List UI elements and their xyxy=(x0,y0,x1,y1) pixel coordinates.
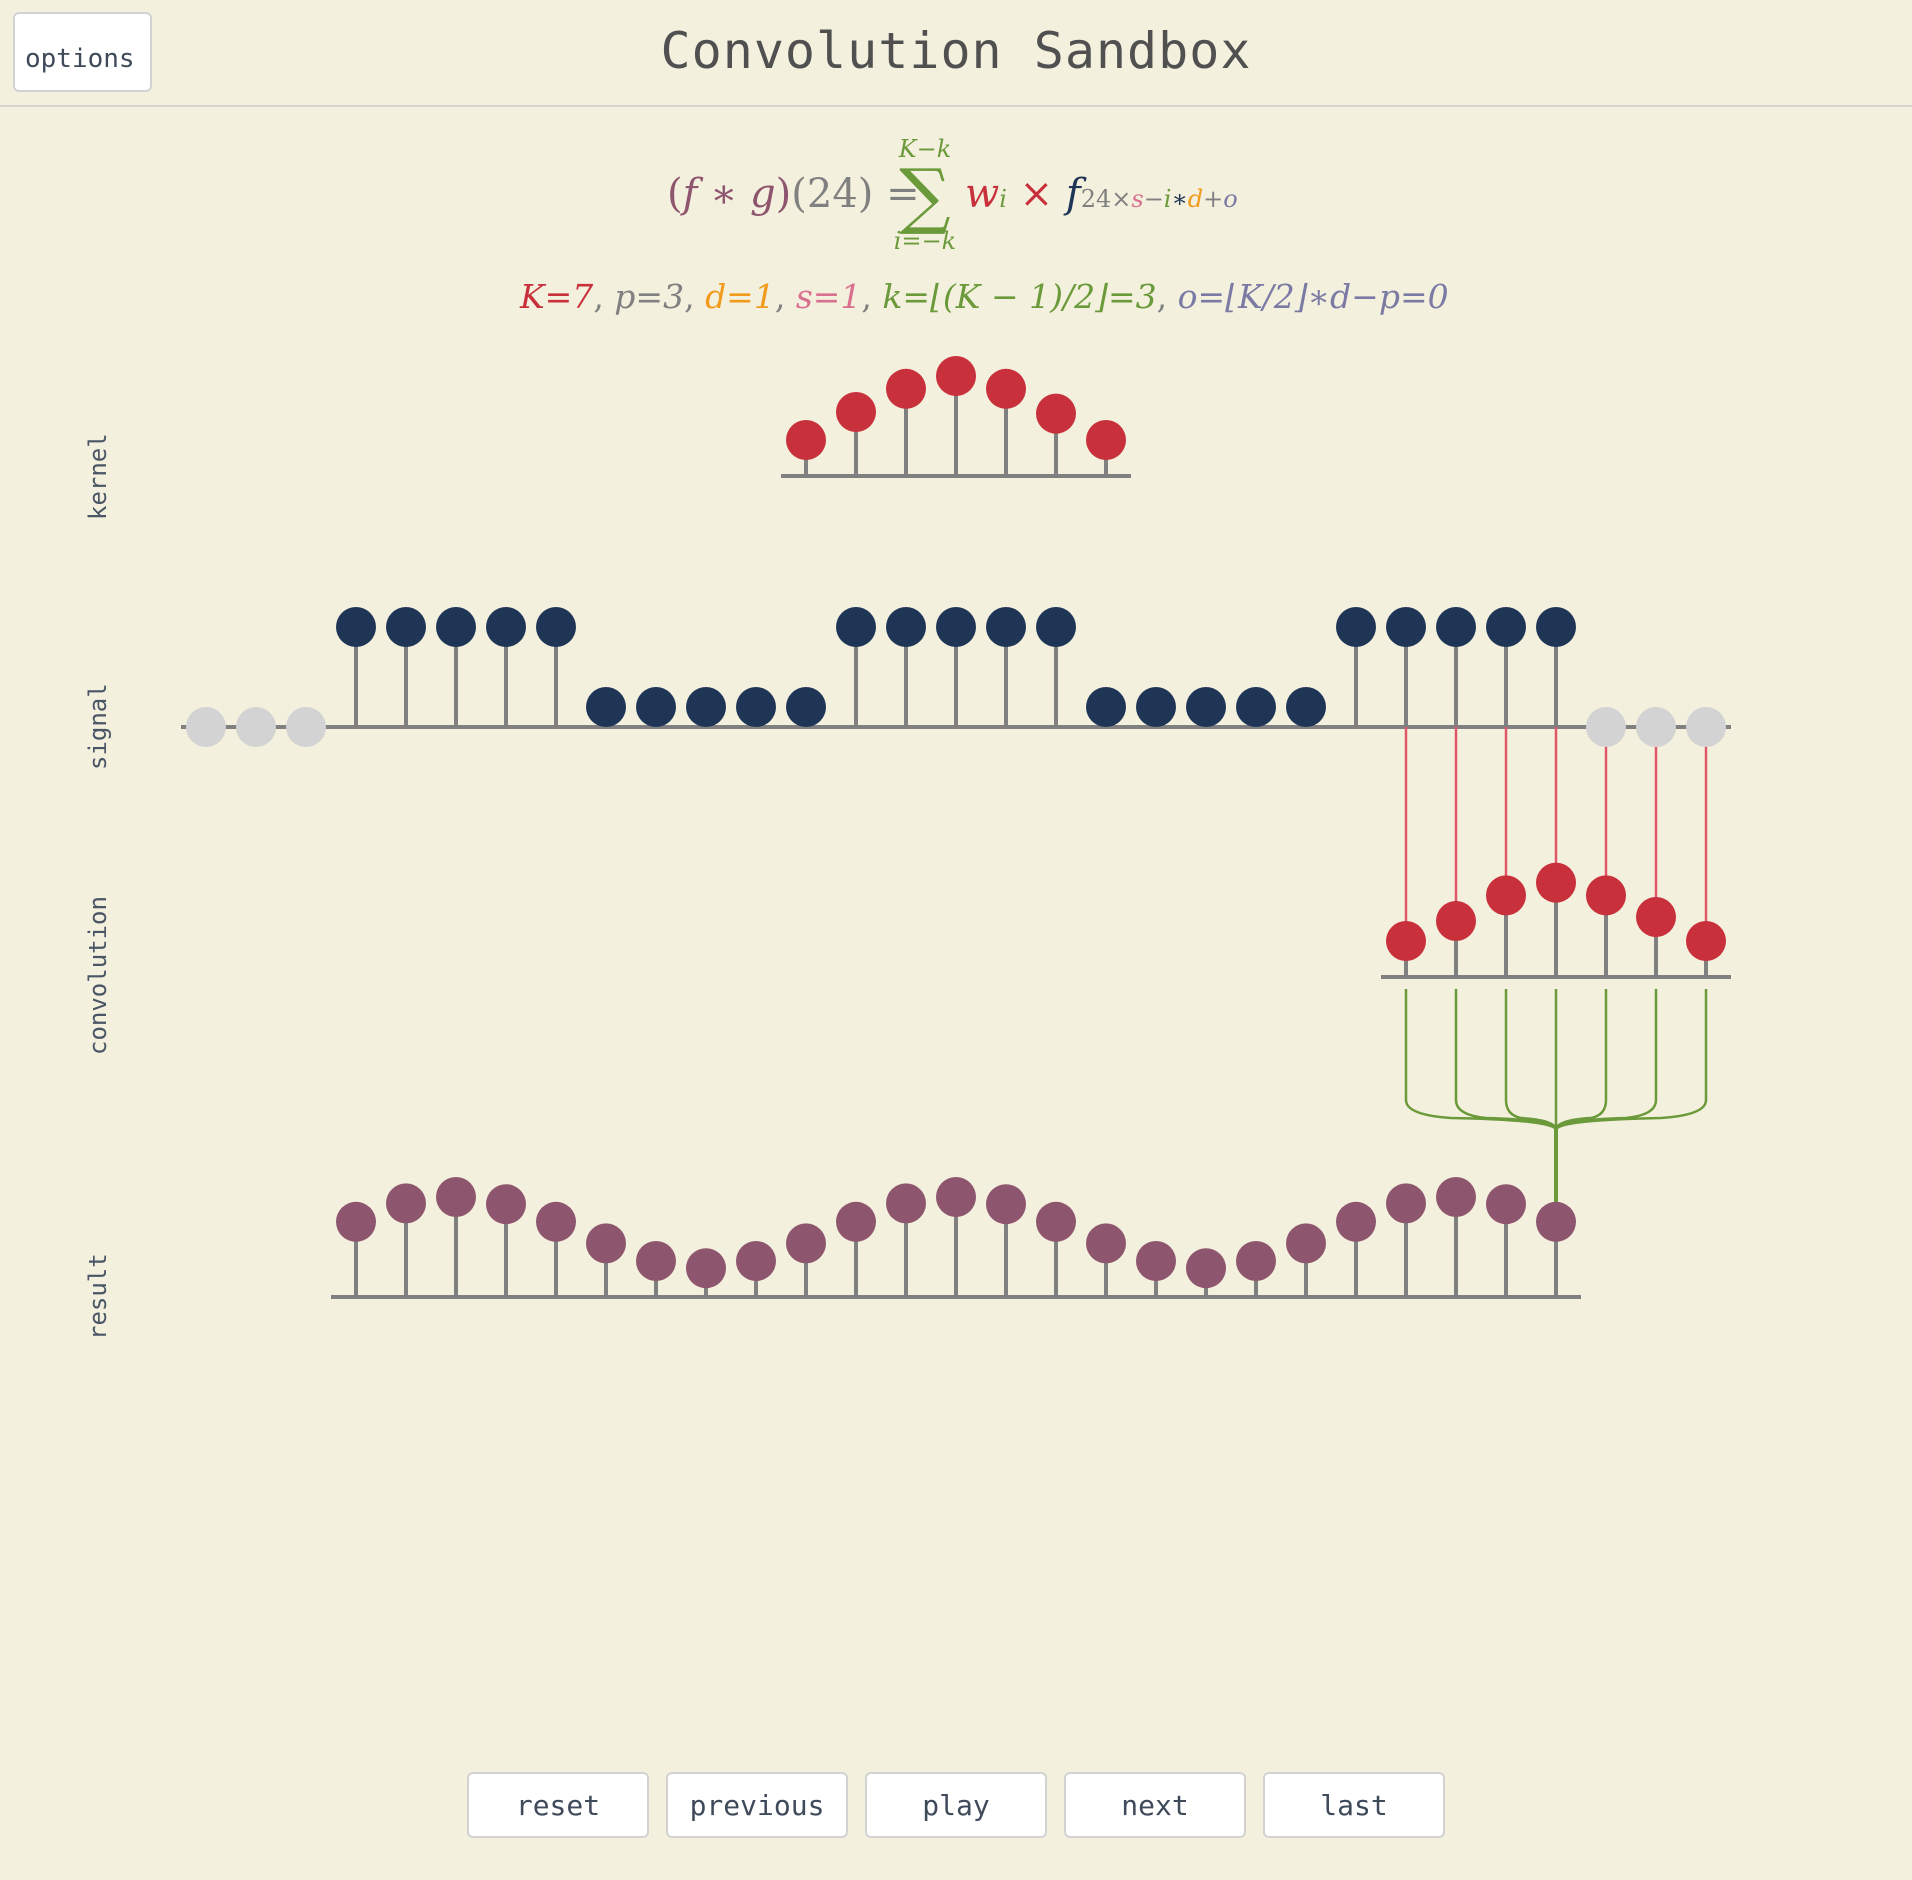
signal-point xyxy=(786,687,826,727)
kernel-point xyxy=(786,420,826,460)
kernel-point xyxy=(936,356,976,396)
result-point xyxy=(1236,1241,1276,1281)
signal-point xyxy=(536,607,576,647)
signal-padding-point xyxy=(1586,707,1626,747)
play-button[interactable]: play xyxy=(865,1772,1047,1838)
result-point xyxy=(1136,1241,1176,1281)
signal-point xyxy=(736,687,776,727)
last-button[interactable]: last xyxy=(1263,1772,1445,1838)
result-point xyxy=(936,1177,976,1217)
result-point xyxy=(486,1184,526,1225)
signal-point xyxy=(636,687,676,727)
result-point xyxy=(786,1223,826,1264)
result-point xyxy=(1436,1177,1476,1217)
result-point xyxy=(836,1201,876,1242)
result-point xyxy=(1186,1248,1226,1289)
playback-controls: reset previous play next last xyxy=(467,1772,1445,1838)
signal-point xyxy=(1336,607,1376,647)
signal-point xyxy=(586,687,626,727)
result-point xyxy=(1036,1201,1076,1242)
result-point xyxy=(1336,1201,1376,1242)
signal-padding-point xyxy=(236,707,276,747)
signal-point xyxy=(1136,687,1176,727)
result-point xyxy=(736,1241,776,1281)
convolution-point xyxy=(1636,897,1676,937)
signal-point xyxy=(1536,607,1576,647)
result-point xyxy=(1486,1184,1526,1225)
sum-path xyxy=(1504,989,1558,1131)
signal-padding-point xyxy=(186,707,226,747)
signal-point xyxy=(1086,687,1126,727)
signal-point xyxy=(1286,687,1326,727)
signal-padding-point xyxy=(286,707,326,747)
result-point xyxy=(986,1184,1026,1225)
sum-path xyxy=(1554,989,1708,1131)
convolution-point xyxy=(1486,875,1526,916)
signal-padding-point xyxy=(1636,707,1676,747)
convolution-point xyxy=(1536,862,1576,903)
result-point xyxy=(436,1177,476,1217)
signal-point xyxy=(936,607,976,647)
result-point xyxy=(1086,1223,1126,1264)
result-point xyxy=(336,1201,376,1242)
sum-path xyxy=(1404,989,1558,1131)
reset-button[interactable]: reset xyxy=(467,1772,649,1838)
signal-point xyxy=(336,607,376,647)
result-point xyxy=(686,1248,726,1289)
signal-point xyxy=(1036,607,1076,647)
signal-point xyxy=(486,607,526,647)
convolution-point xyxy=(1386,921,1426,961)
kernel-point xyxy=(886,368,926,409)
previous-button[interactable]: previous xyxy=(666,1772,848,1838)
signal-point xyxy=(1436,607,1476,647)
signal-point xyxy=(1236,687,1276,727)
result-point xyxy=(586,1223,626,1264)
result-point xyxy=(636,1241,676,1281)
result-point xyxy=(886,1183,926,1224)
result-point xyxy=(1386,1183,1426,1224)
signal-point xyxy=(686,687,726,727)
kernel-point xyxy=(1036,393,1076,434)
convolution-visualization xyxy=(181,356,1731,1299)
sum-path xyxy=(1554,989,1608,1131)
result-point xyxy=(1536,1201,1576,1242)
signal-point xyxy=(986,607,1026,647)
signal-point xyxy=(436,607,476,647)
kernel-point xyxy=(986,368,1026,409)
result-point xyxy=(536,1201,576,1242)
signal-point xyxy=(1386,607,1426,647)
convolution-point xyxy=(1686,921,1726,961)
convolution-point xyxy=(1586,875,1626,916)
kernel-point xyxy=(1086,420,1126,460)
signal-point xyxy=(386,607,426,647)
next-button[interactable]: next xyxy=(1064,1772,1246,1838)
kernel-point xyxy=(836,392,876,432)
signal-padding-point xyxy=(1686,707,1726,747)
signal-point xyxy=(1186,687,1226,727)
result-point xyxy=(386,1183,426,1224)
signal-point xyxy=(1486,607,1526,647)
signal-point xyxy=(836,607,876,647)
signal-point xyxy=(886,607,926,647)
result-point xyxy=(1286,1223,1326,1264)
convolution-point xyxy=(1436,901,1476,941)
